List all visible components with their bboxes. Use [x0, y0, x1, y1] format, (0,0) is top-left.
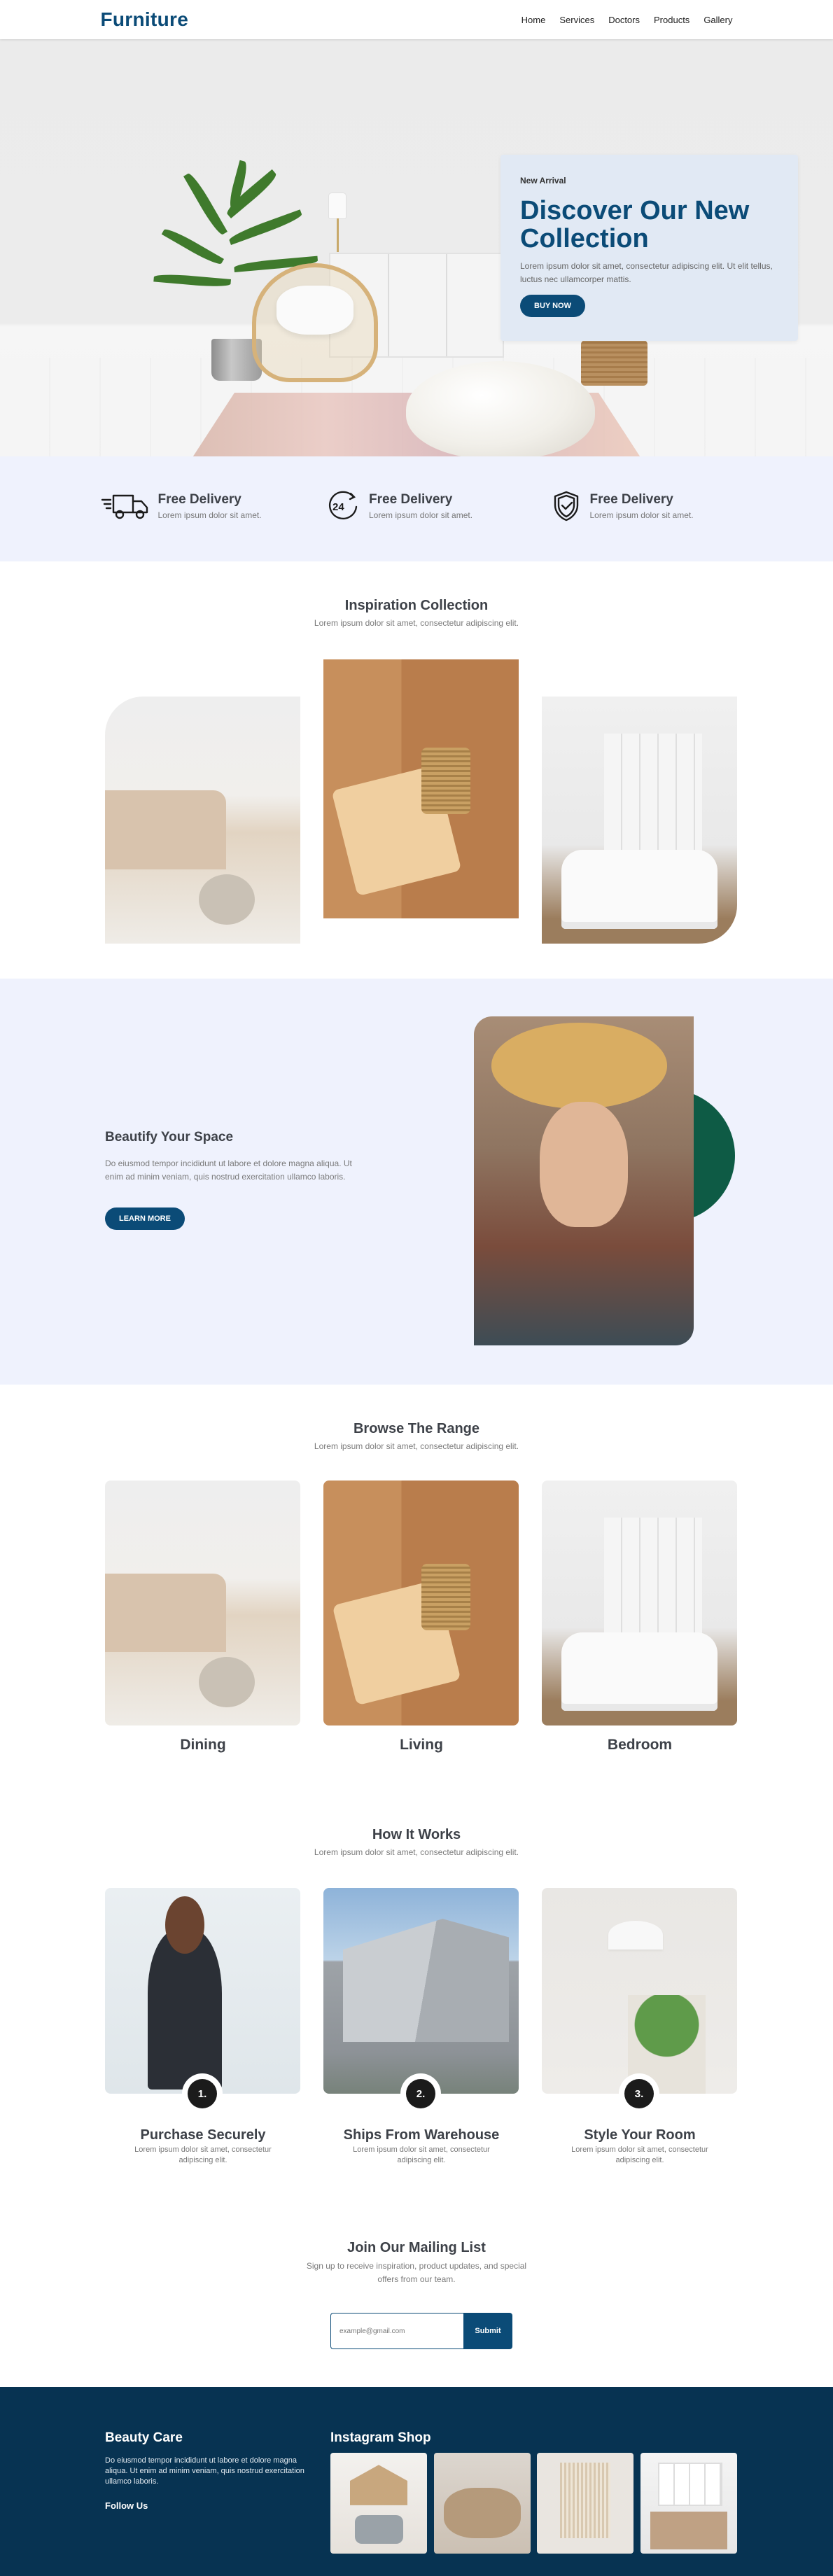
step-title: Ships From Warehouse: [343, 2127, 500, 2143]
step-title: Purchase Securely: [140, 2127, 266, 2143]
how-subtitle: Lorem ipsum dolor sit amet, consectetur …: [314, 1847, 519, 1857]
beautify-section: Beautify Your Space Do eiusmod tempor in…: [0, 979, 833, 1385]
hero-section: New Arrival Discover Our New Collection …: [0, 39, 833, 456]
shield-check-icon: [554, 491, 578, 522]
feature-title: Free Delivery: [369, 492, 453, 507]
hero-lamp-image: [329, 193, 346, 218]
nav-link-doctors[interactable]: Doctors: [608, 15, 640, 25]
browse-range-section: Browse The Range Lorem ipsum dolor sit a…: [0, 1385, 833, 1791]
how-title: How It Works: [372, 1827, 461, 1842]
instagram-image[interactable]: [330, 2453, 427, 2554]
nav-link-home[interactable]: Home: [522, 15, 546, 25]
nav-link-services[interactable]: Services: [559, 15, 594, 25]
step-text: Lorem ipsum dolor sit amet, consectetur …: [571, 2146, 708, 2164]
email-input[interactable]: [330, 2313, 463, 2349]
instagram-image[interactable]: [537, 2453, 634, 2554]
mailing-title: Join Our Mailing List: [347, 2240, 486, 2255]
learn-more-button[interactable]: LEARN MORE: [105, 1208, 185, 1230]
inspiration-image-pillow[interactable]: [323, 659, 519, 918]
step-number-badge: 1.: [182, 2073, 223, 2114]
nav-link-gallery[interactable]: Gallery: [704, 15, 732, 25]
hero-eyebrow: New Arrival: [520, 176, 566, 186]
range-image-dining[interactable]: [105, 1480, 300, 1726]
inspiration-image-sofa[interactable]: [105, 696, 300, 944]
feature-item: Free Delivery Lorem ipsum dolor sit amet…: [101, 490, 283, 522]
step-number-badge: 3.: [619, 2073, 659, 2114]
feature-item: Free Delivery Lorem ipsum dolor sit amet…: [551, 490, 733, 522]
woman-portrait-image: [474, 1016, 694, 1345]
range-image-bedroom[interactable]: [542, 1480, 737, 1726]
mailing-form: Submit: [330, 2313, 512, 2349]
hero-card: New Arrival Discover Our New Collection …: [500, 155, 798, 341]
step-text: Lorem ipsum dolor sit amet, consectetur …: [134, 2146, 272, 2164]
hero-text: Lorem ipsum dolor sit amet, consectetur …: [520, 261, 773, 284]
inspiration-title: Inspiration Collection: [344, 598, 489, 613]
site-footer: Beauty Care Do eiusmod tempor incididunt…: [0, 2387, 833, 2576]
inspiration-subtitle: Lorem ipsum dolor sit amet, consectetur …: [314, 618, 519, 628]
hero-basket-image: [581, 340, 648, 386]
inspiration-section: Inspiration Collection Lorem ipsum dolor…: [0, 561, 833, 979]
step-title: Style Your Room: [584, 2127, 696, 2143]
mailing-text: Sign up to receive inspiration, product …: [306, 2261, 527, 2284]
beautify-text: Do eiusmod tempor incididunt ut labore e…: [105, 1158, 352, 1182]
range-label-dining[interactable]: Dining: [105, 1737, 301, 1754]
step-image-warehouse: [323, 1888, 519, 2094]
feature-title: Free Delivery: [158, 492, 241, 507]
footer-brand-title: Beauty Care: [105, 2430, 183, 2445]
beautify-title: Beautify Your Space: [105, 1130, 234, 1144]
hero-title: Discover Our New Collection: [520, 196, 750, 253]
how-it-works-section: How It Works Lorem ipsum dolor sit amet,…: [0, 1791, 833, 2225]
step-text: Lorem ipsum dolor sit amet, consectetur …: [353, 2146, 490, 2164]
main-menu: Home Services Doctors Products Gallery: [522, 15, 733, 25]
step-image-purchase: [105, 1888, 300, 2094]
instagram-image[interactable]: [640, 2453, 737, 2554]
range-label-living[interactable]: Living: [323, 1737, 519, 1754]
range-label-bedroom[interactable]: Bedroom: [542, 1737, 738, 1754]
browse-title: Browse The Range: [353, 1421, 480, 1436]
top-navbar: Furniture Home Services Doctors Products…: [0, 0, 833, 39]
delivery-truck-icon: [101, 494, 148, 519]
range-image-living[interactable]: [323, 1480, 519, 1726]
nav-link-products[interactable]: Products: [654, 15, 690, 25]
site-logo[interactable]: Furniture: [101, 8, 189, 31]
feature-text: Lorem ipsum dolor sit amet.: [589, 510, 694, 520]
features-section: Free Delivery Lorem ipsum dolor sit amet…: [0, 456, 833, 561]
submit-button[interactable]: Submit: [463, 2313, 512, 2349]
24-hour-icon: 24: [328, 491, 358, 519]
svg-text:24: 24: [332, 501, 344, 513]
feature-text: Lorem ipsum dolor sit amet.: [158, 510, 262, 520]
feature-text: Lorem ipsum dolor sit amet.: [369, 510, 473, 520]
buy-now-button[interactable]: BUY NOW: [520, 295, 585, 317]
follow-us-label: Follow Us: [105, 2500, 148, 2511]
feature-item: 24 Free Delivery Lorem ipsum dolor sit a…: [326, 490, 507, 522]
step-image-room: [542, 1888, 737, 2094]
instagram-shop-title: Instagram Shop: [330, 2430, 431, 2445]
inspiration-image-stool[interactable]: [542, 696, 737, 944]
mailing-list-section: Join Our Mailing List Sign up to receive…: [0, 2225, 833, 2387]
hero-pouf-image: [406, 361, 595, 456]
footer-brand-text: Do eiusmod tempor incididunt ut labore e…: [105, 2456, 304, 2486]
feature-title: Free Delivery: [589, 492, 673, 507]
browse-subtitle: Lorem ipsum dolor sit amet, consectetur …: [314, 1441, 519, 1451]
instagram-image[interactable]: [434, 2453, 531, 2554]
step-number-badge: 2.: [400, 2073, 441, 2114]
